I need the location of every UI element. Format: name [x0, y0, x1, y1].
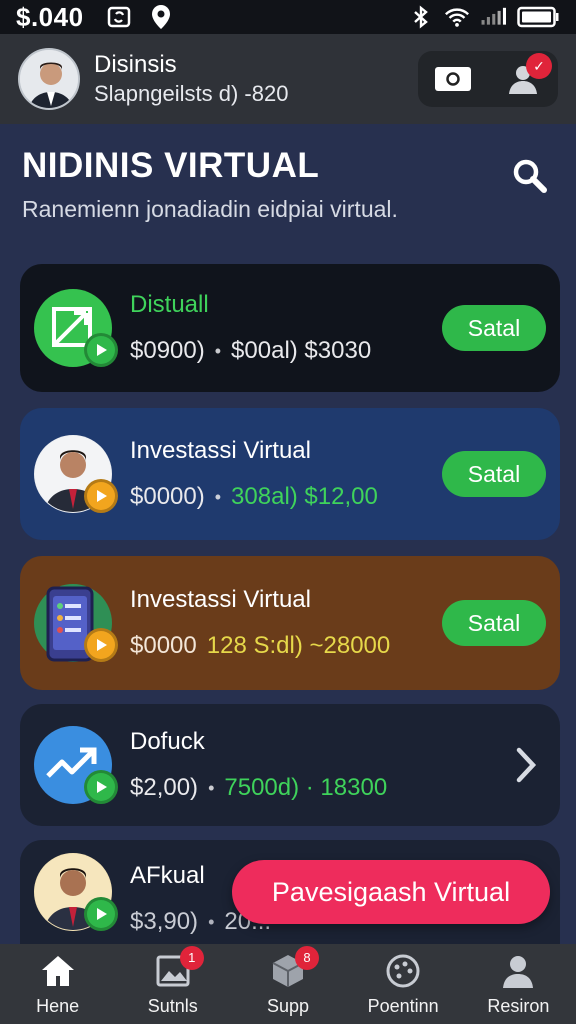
- location-icon: [148, 4, 174, 30]
- notification-badge: ✓: [526, 53, 552, 79]
- page-title: NIDINIS VIRTUAL: [22, 146, 320, 185]
- satal-button[interactable]: Satal: [442, 600, 546, 646]
- image-icon: 1: [154, 945, 204, 990]
- card-value-primary: $0000: [130, 632, 197, 659]
- card-title: Investassi Virtual: [130, 437, 311, 464]
- palette-icon: [384, 952, 422, 990]
- card-title: Distuall: [130, 291, 209, 318]
- header-actions: ✓: [418, 51, 558, 107]
- satal-button[interactable]: Satal: [442, 451, 546, 497]
- nav-badge: 8: [294, 945, 319, 970]
- home-icon: [39, 952, 77, 990]
- profile-subtitle: Slapngeilsts d) -820: [94, 81, 289, 106]
- nav-label: Sutnls: [147, 995, 198, 1016]
- nav-label: Resiron: [487, 995, 550, 1016]
- card-value-primary: $3,90): [130, 908, 199, 935]
- card-value-primary: $2,00): [130, 774, 199, 801]
- wifi-icon: [444, 4, 470, 30]
- play-icon: [84, 897, 118, 931]
- phone-icon: [34, 584, 118, 662]
- play-icon: [84, 770, 118, 804]
- nav-item-profile[interactable]: Resiron: [468, 952, 568, 1017]
- nav-label: Poentinn: [367, 995, 439, 1016]
- signal-icon: [480, 4, 506, 30]
- play-icon: [84, 333, 118, 367]
- camera-icon: [435, 67, 471, 91]
- card-value-secondary: 7500d) · 18300: [224, 774, 388, 801]
- nav-badge: 1: [179, 945, 204, 970]
- investment-card[interactable]: Distuall $0900) • $00al) $3030 Satal: [20, 264, 560, 392]
- investment-card[interactable]: Investassi Virtual $0000) • 308al) $12,0…: [20, 408, 560, 540]
- status-bar: $.040: [0, 0, 576, 34]
- avatar-icon: [34, 853, 118, 931]
- card-value-secondary: 308al) $12,00: [231, 483, 378, 510]
- chart-icon: [34, 726, 118, 804]
- profile-header: Disinsis Slapngeilsts d) -820 ✓: [0, 34, 576, 124]
- fab-button[interactable]: Pavesigaash Virtual: [232, 860, 550, 924]
- nav-item-home[interactable]: Hene: [8, 952, 108, 1017]
- avatar[interactable]: [18, 48, 80, 110]
- battery-icon: [516, 4, 560, 30]
- investment-card[interactable]: Dofuck $2,00) • 7500d) · 18300: [20, 704, 560, 826]
- search-button[interactable]: [510, 156, 550, 196]
- nav-label: Supp: [266, 995, 309, 1016]
- card-title: Investassi Virtual: [130, 586, 311, 613]
- card-value-primary: $0000): [130, 483, 205, 510]
- avatar-icon: [34, 435, 118, 513]
- chevron-right-icon[interactable]: [506, 742, 546, 788]
- status-time: $.040: [16, 1, 84, 32]
- page-subtitle: Ranemienn jonadiadin eidpiai virtual.: [22, 196, 398, 222]
- play-icon: [84, 628, 118, 662]
- investment-card[interactable]: Investassi Virtual $0000 128 S:dl) ~2800…: [20, 556, 560, 690]
- card-title: Dofuck: [130, 728, 205, 755]
- card-value-primary: $0900): [130, 337, 205, 364]
- camera-button[interactable]: [433, 64, 473, 94]
- box-icon: 8: [269, 945, 319, 990]
- card-value-secondary: $00al) $3030: [231, 337, 372, 364]
- nav-label: Hene: [36, 995, 80, 1016]
- sync-icon: [106, 4, 132, 30]
- trade-icon: [34, 289, 118, 367]
- nav-item-stats[interactable]: 1 Sutnls: [123, 945, 223, 1017]
- nav-item-points[interactable]: Poentinn: [353, 952, 453, 1017]
- bluetooth-icon: [408, 4, 434, 30]
- profile-name: Disinsis: [94, 51, 177, 78]
- search-icon: [513, 159, 547, 193]
- person-icon: [499, 952, 537, 990]
- nav-item-support[interactable]: 8 Supp: [238, 945, 338, 1017]
- satal-button[interactable]: Satal: [442, 305, 546, 351]
- play-icon: [84, 479, 118, 513]
- card-value-secondary: 128 S:dl) ~28000: [206, 632, 391, 659]
- bottom-nav: Hene 1 Sutnls 8 Supp Poentinn Resiron: [0, 944, 576, 1024]
